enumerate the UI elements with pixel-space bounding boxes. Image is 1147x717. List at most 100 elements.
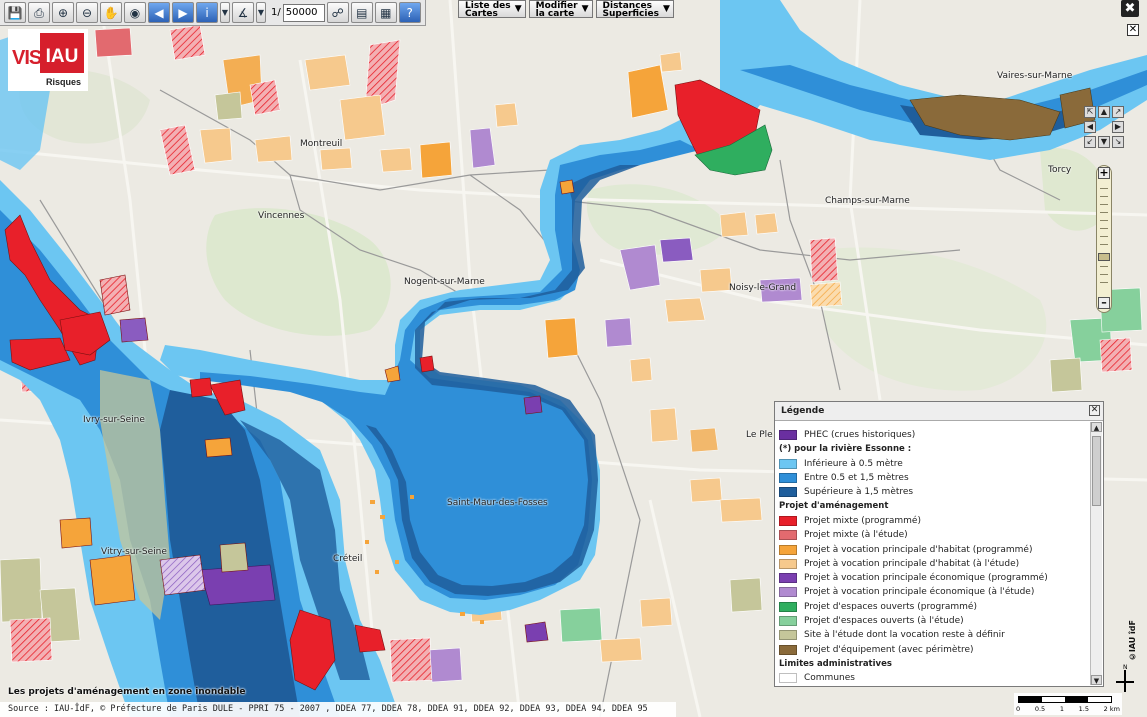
back-arrow-icon[interactable]: ◀ xyxy=(148,2,170,23)
layers-icon[interactable]: ▤ xyxy=(350,2,373,23)
legend-label: Entre 0.5 et 1,5 mètres xyxy=(804,473,909,484)
pan-east-icon[interactable]: ▶ xyxy=(1112,121,1124,133)
legend-label: Projet d'espaces ouverts (à l'étude) xyxy=(804,616,964,626)
scale-label: 1 xyxy=(1059,705,1064,713)
info-icon[interactable]: i xyxy=(196,2,218,23)
pan-west-icon[interactable]: ◀ xyxy=(1084,121,1096,133)
svg-text:N: N xyxy=(1123,664,1128,671)
place-torcy: Torcy xyxy=(1048,165,1072,175)
legend-item: Projet d'équipement (avec périmètre) xyxy=(779,642,1089,656)
chevron-down-icon: ▼ xyxy=(514,4,522,14)
scroll-down-icon[interactable]: ▼ xyxy=(1091,675,1102,685)
close-icon[interactable]: ✖ xyxy=(1121,0,1139,17)
legend-swatch xyxy=(779,487,797,498)
pan-control: ⇱ ▲ ↗ ◀ ▶ ↙ ▼ ↘ xyxy=(1084,106,1128,150)
top-menus: Liste des Cartes ▼ Modifier la carte ▼ Dis… xyxy=(458,0,674,19)
chevron-down-icon: ▼ xyxy=(581,4,589,14)
legend-close-icon[interactable]: ✕ xyxy=(1089,405,1100,416)
measure-icon[interactable]: ∡ xyxy=(232,2,254,23)
legend-item: Projet à vocation principale économique … xyxy=(779,585,1089,599)
legend-swatch xyxy=(779,673,797,684)
legend-item: Entre 0.5 et 1,5 mètres xyxy=(779,471,1089,485)
zoom-out-icon[interactable]: ⊖ xyxy=(76,2,98,23)
map-viewer: 💾 ⎙ ⊕ ⊖ ✋ ◉ ◀ ▶ i ▼ ∡ ▼ 1/ ☍ ▤ ▦ ? Liste… xyxy=(0,0,1147,717)
legend-item: Supérieure à 1,5 mètres xyxy=(779,485,1089,499)
scale-prefix: 1/ xyxy=(271,7,281,18)
legend-section-heading: (*) pour la rivière Essonne : xyxy=(779,444,912,455)
legend-item: Projet mixte (à l'étude) xyxy=(779,528,1089,542)
scale-label: 1.5 xyxy=(1078,705,1089,713)
legend-item: Inférieure à 0.5 mètre xyxy=(779,457,1089,471)
legend-item: Projet à vocation principale d'habitat (… xyxy=(779,542,1089,556)
menu-label: Modifier la carte xyxy=(535,1,578,19)
legend-label: Projet à vocation principale d'habitat (… xyxy=(804,558,1020,569)
scale-bar-graphic xyxy=(1018,696,1112,703)
print-icon[interactable]: ⎙ xyxy=(28,2,50,23)
copyright: ©IAU îdF xyxy=(1128,620,1137,662)
forward-arrow-icon[interactable]: ▶ xyxy=(172,2,194,23)
legend-swatch xyxy=(779,473,797,484)
scale-label: 0.5 xyxy=(1034,705,1046,713)
legend-label: Projet mixte (programmé) xyxy=(804,515,921,526)
legend-label: Projet à vocation principale d'habitat (… xyxy=(804,544,1033,555)
menu-label: Distances Superficies xyxy=(602,1,659,19)
scale-label: 0 xyxy=(1016,705,1021,713)
binoculars-icon[interactable]: ☍ xyxy=(326,2,349,23)
pan-south-icon[interactable]: ▼ xyxy=(1098,136,1110,148)
source-line: Source : IAU-ÎdF, © Préfecture de Paris … xyxy=(0,702,676,717)
legend-scrollbar[interactable]: ▲ ▼ xyxy=(1090,422,1102,685)
menu-modifier-carte[interactable]: Modifier la carte ▼ xyxy=(528,0,593,19)
logo-subtitle: Risques xyxy=(46,77,82,87)
place-saint-maur-des-fosses: Saint-Maur-des-Fosses xyxy=(447,498,548,508)
legend-item: Site à l'étude dont la vocation reste à … xyxy=(779,628,1089,642)
window-close-icon[interactable]: ✕ xyxy=(1127,24,1139,36)
north-arrow-icon: N xyxy=(1116,664,1134,692)
scale-labels: 0 0.5 1 1.5 2 km xyxy=(1014,705,1122,713)
measure-dropdown-icon[interactable]: ▼ xyxy=(256,2,266,23)
pan-sw-icon[interactable]: ↙ xyxy=(1084,136,1096,148)
scroll-thumb[interactable] xyxy=(1092,436,1101,506)
help-icon[interactable]: ? xyxy=(398,2,421,23)
legend-item: PHEC (crues historiques) xyxy=(779,428,1089,442)
legend-item: Projet d'espaces ouverts (programmé) xyxy=(779,600,1089,614)
report-icon[interactable]: ▦ xyxy=(374,2,397,23)
zoom-plus-button[interactable]: + xyxy=(1098,167,1110,179)
legend-swatch xyxy=(779,530,797,541)
pan-se-icon[interactable]: ↘ xyxy=(1112,136,1124,148)
place-vincennes: Vincennes xyxy=(258,211,305,221)
legend-item: Projet à vocation principale d'habitat (… xyxy=(779,557,1089,571)
visiau-logo: IAU VISI Risques xyxy=(8,29,88,91)
legend-swatch xyxy=(779,601,797,612)
place-vitry-sur-seine: Vitry-sur-Seine xyxy=(101,547,167,557)
legend-swatch xyxy=(779,430,797,441)
legend-swatch xyxy=(779,644,797,655)
pan-north-icon[interactable]: ▲ xyxy=(1098,106,1110,118)
place-montreuil: Montreuil xyxy=(300,139,343,149)
menu-distances-superficies[interactable]: Distances Superficies ▼ xyxy=(595,0,674,19)
info-dropdown-icon[interactable]: ▼ xyxy=(220,2,230,23)
place-le-ple: Le Ple xyxy=(746,430,773,440)
place-ivry-sur-seine: Ivry-sur-Seine xyxy=(83,415,145,425)
menu-label: Liste des Cartes xyxy=(465,1,511,19)
place-noisy-le-grand: Noisy-le-Grand xyxy=(729,283,797,293)
legend-swatch xyxy=(779,458,797,469)
chevron-down-icon: ▼ xyxy=(663,4,670,14)
legend-panel: Légende ✕ PHEC (crues historiques) (*) po… xyxy=(774,401,1104,687)
legend-label: Site à l'étude dont la vocation reste à … xyxy=(804,630,1005,641)
zoom-handle[interactable] xyxy=(1098,253,1110,261)
zoom-in-icon[interactable]: ⊕ xyxy=(52,2,74,23)
zoom-slider[interactable]: + – xyxy=(1096,165,1112,313)
scale-input[interactable] xyxy=(282,3,325,22)
save-icon[interactable]: 💾 xyxy=(4,2,26,23)
legend-swatch xyxy=(779,616,797,626)
legend-item: Projet d'espaces ouverts (à l'étude) xyxy=(779,614,1089,628)
pan-nw-icon[interactable]: ⇱ xyxy=(1084,106,1096,118)
legend-label: Inférieure à 0.5 mètre xyxy=(804,458,903,469)
globe-icon[interactable]: ◉ xyxy=(124,2,146,23)
zoom-minus-button[interactable]: – xyxy=(1098,297,1110,309)
pan-hand-icon[interactable]: ✋ xyxy=(100,2,122,23)
menu-liste-cartes[interactable]: Liste des Cartes ▼ xyxy=(458,0,526,19)
legend-body: PHEC (crues historiques) (*) pour la rivi… xyxy=(775,422,1089,686)
scroll-up-icon[interactable]: ▲ xyxy=(1091,422,1102,432)
pan-ne-icon[interactable]: ↗ xyxy=(1112,106,1124,118)
